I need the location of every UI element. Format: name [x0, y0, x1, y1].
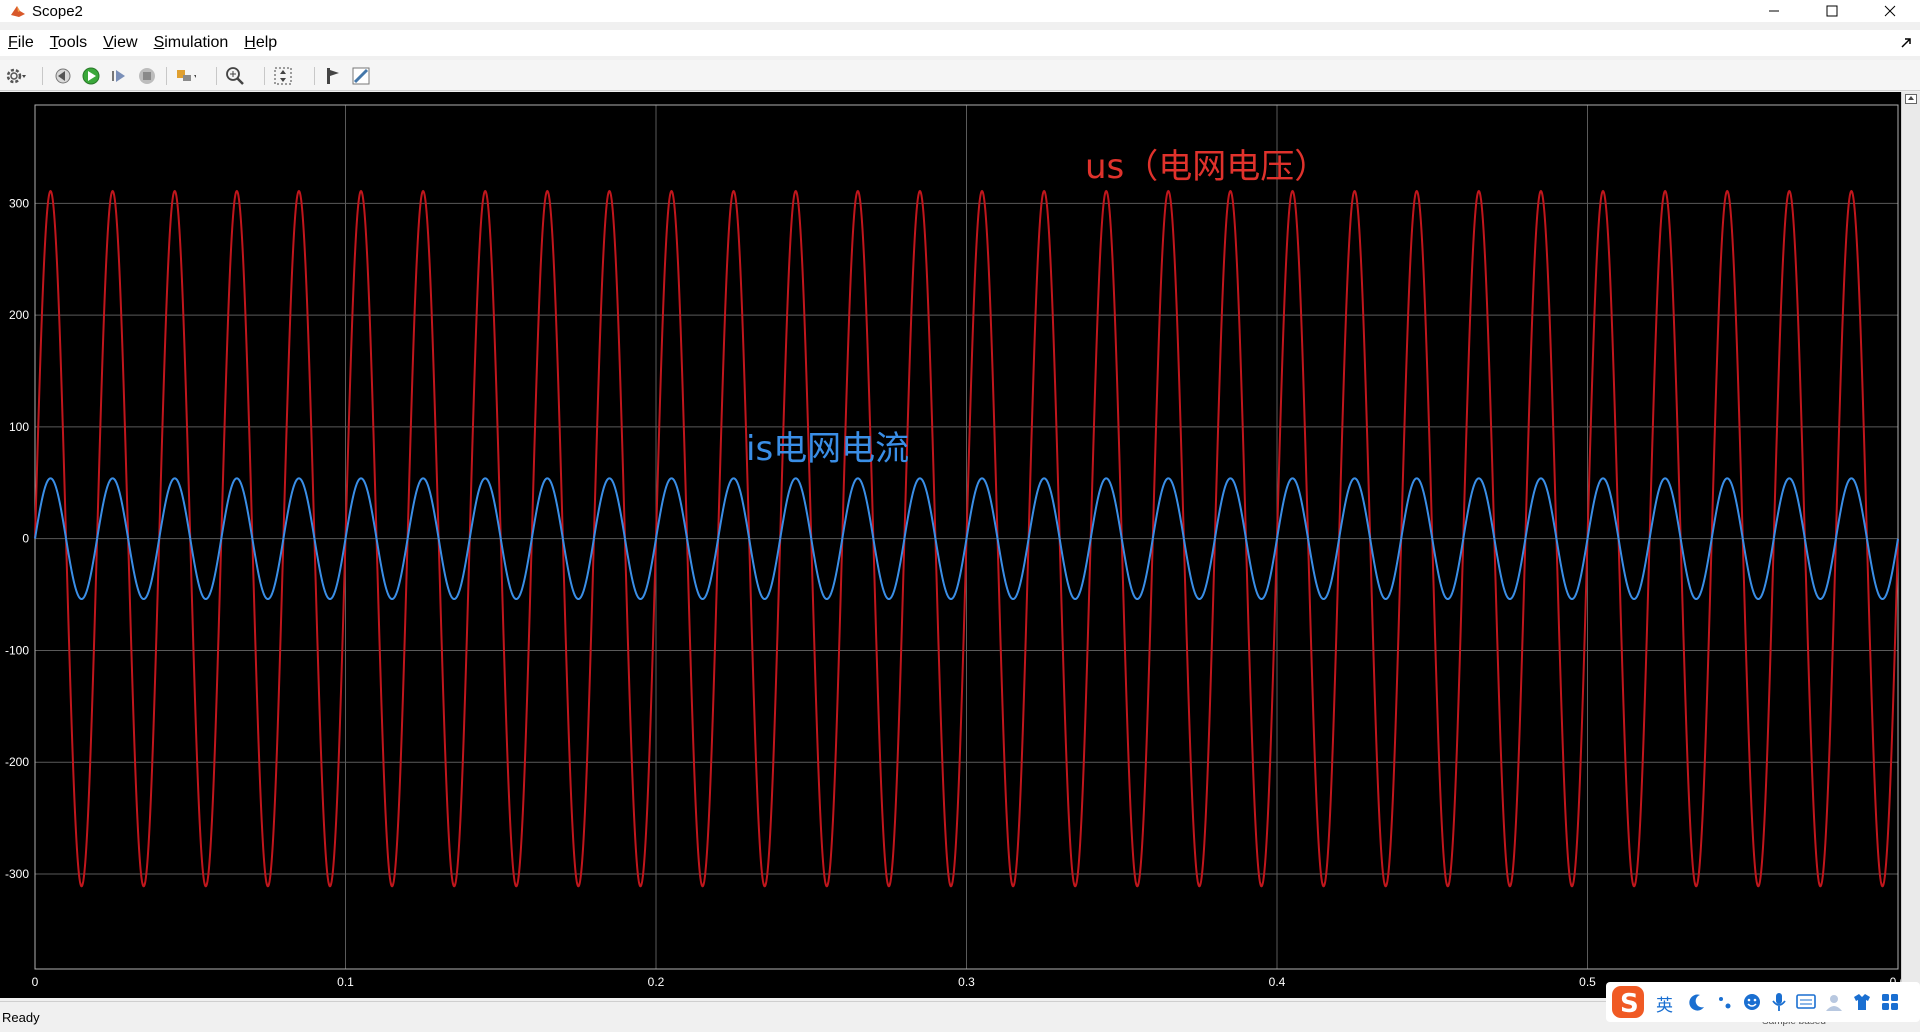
y-tick-label: 200 [9, 308, 29, 322]
cursor-measure-icon[interactable] [322, 65, 344, 87]
menu-simulation[interactable]: Simulation [154, 34, 229, 52]
emoji-icon[interactable] [1742, 992, 1762, 1012]
sogou-logo-icon[interactable]: S [1610, 984, 1646, 1020]
toolbar-separator [216, 67, 217, 85]
ime-language-toggle[interactable]: 英 [1656, 991, 1673, 1016]
y-tick-label: 0 [22, 532, 29, 546]
punctuation-icon[interactable] [1716, 993, 1734, 1011]
x-tick-label: 0.5 [1579, 975, 1596, 989]
zoom-in-icon[interactable] [224, 65, 246, 87]
y-tick-label: 300 [9, 196, 29, 210]
x-tick-label: 0.1 [337, 975, 354, 989]
run-icon[interactable] [80, 65, 102, 87]
autoscale-icon[interactable] [272, 65, 294, 87]
skin-icon[interactable] [1852, 992, 1872, 1012]
y-tick-label: 100 [9, 420, 29, 434]
close-button[interactable] [1866, 0, 1914, 22]
keyboard-icon[interactable] [1796, 993, 1816, 1011]
menu-view[interactable]: View [103, 34, 137, 52]
settings-icon[interactable] [4, 65, 26, 87]
menu-tools[interactable]: Tools [50, 34, 87, 52]
matlab-app-icon [11, 6, 25, 17]
minimize-button[interactable] [1750, 0, 1798, 22]
maximize-icon [1826, 5, 1838, 17]
toolbar-separator [42, 67, 43, 85]
toolbar-separator [264, 67, 265, 85]
y-tick-label: -100 [5, 643, 29, 657]
close-icon [1884, 5, 1896, 17]
step-forward-icon[interactable] [108, 65, 130, 87]
edit-style-icon[interactable] [350, 65, 372, 87]
x-tick-label: 0.2 [648, 975, 665, 989]
stop-icon[interactable] [136, 65, 158, 87]
user-icon[interactable] [1824, 992, 1844, 1012]
toolbox-grid-icon[interactable] [1880, 992, 1900, 1012]
menu-help[interactable]: Help [244, 34, 277, 52]
expand-icon[interactable] [1905, 94, 1917, 104]
y-tick-labels: 300 200 100 0 -100 -200 -300 [5, 196, 29, 881]
step-back-icon[interactable] [52, 65, 74, 87]
toolbar-separator [314, 67, 315, 85]
undock-icon[interactable] [1900, 37, 1912, 49]
x-tick-label: 0.3 [958, 975, 975, 989]
toolbar-separator [166, 67, 167, 85]
window-title: Scope2 [32, 2, 83, 20]
microphone-icon[interactable] [1770, 992, 1788, 1012]
scope-chart[interactable]: 300 200 100 0 -100 -200 -300 0 0.1 0.2 0.3 0.4 0.5 0… [0, 92, 1920, 998]
y-tick-label: -200 [5, 755, 29, 769]
x-tick-label: 0.4 [1269, 975, 1286, 989]
highlight-icon[interactable] [174, 65, 196, 87]
y-tick-label: -300 [5, 867, 29, 881]
title-bar: Scope2 [0, 0, 1920, 22]
ime-toolbar[interactable]: S 英 [1606, 982, 1920, 1022]
voltage-annotation: us（电网电压） [1085, 147, 1328, 187]
plot-right-scroll-strip[interactable] [1901, 92, 1920, 998]
current-annotation: is电网电流 [746, 429, 909, 469]
maximize-button[interactable] [1808, 0, 1856, 22]
menu-file[interactable]: File [8, 34, 34, 52]
scope-plot-area[interactable]: 300 200 100 0 -100 -200 -300 0 0.1 0.2 0.3 0.4 0.5 0… [0, 92, 1920, 998]
moon-icon[interactable] [1688, 993, 1706, 1011]
svg-text:S: S [1620, 989, 1639, 1019]
menu-bar: File Tools View Simulation Help [0, 30, 1920, 56]
minimize-icon [1769, 10, 1779, 12]
toolbar [0, 60, 1920, 134]
x-tick-label: 0 [32, 975, 39, 989]
status-text: Ready [2, 1010, 40, 1025]
